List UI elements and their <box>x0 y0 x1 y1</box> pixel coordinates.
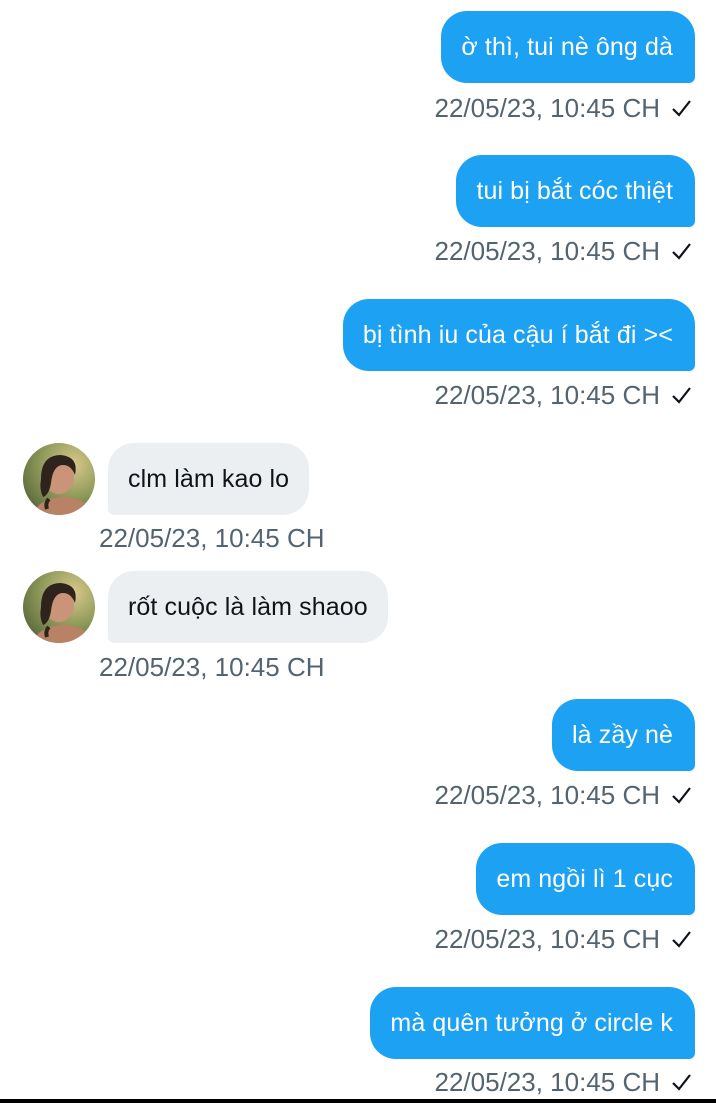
sent-message-bubble[interactable]: tui bị bắt cóc thiệt <box>456 155 695 227</box>
sent-message-bubble[interactable]: em ngồi lì 1 cục <box>476 843 695 915</box>
avatar-photo-icon[interactable] <box>23 443 95 515</box>
sent-message-bubble[interactable]: ờ thì, tui nè ông dà <box>441 11 695 83</box>
check-icon <box>670 784 692 806</box>
timestamp: 22/05/23, 10:45 CH <box>434 923 661 954</box>
sent-message-bubble[interactable]: mà quên tưởng ở circle k <box>370 987 695 1059</box>
message-text: là zầy nè <box>572 720 673 749</box>
timestamp: 22/05/23, 10:45 CH <box>99 522 325 553</box>
timestamp: 22/05/23, 10:45 CH <box>99 651 325 682</box>
check-icon <box>670 97 692 119</box>
sent-message-bubble[interactable]: bị tình iu của cậu í bắt đi >< <box>342 299 695 371</box>
check-icon <box>670 1071 692 1093</box>
check-icon <box>670 384 692 406</box>
message-meta: 22/05/23, 10:45 CH <box>435 1065 693 1099</box>
timestamp: 22/05/23, 10:45 CH <box>434 92 661 123</box>
received-message-bubble[interactable]: rốt cuộc là làm shaoo <box>108 571 388 643</box>
message-text: ờ thì, tui nè ông dà <box>461 32 673 61</box>
message-text: rốt cuộc là làm shaoo <box>128 592 368 621</box>
message-meta: 22/05/23, 10:45 CH <box>99 650 325 684</box>
timestamp: 22/05/23, 10:45 CH <box>434 235 661 266</box>
message-meta: 22/05/23, 10:45 CH <box>435 778 693 812</box>
timestamp: 22/05/23, 10:45 CH <box>434 779 661 810</box>
message-text: em ngồi lì 1 cục <box>496 864 673 893</box>
message-meta: 22/05/23, 10:45 CH <box>435 922 693 956</box>
message-meta: 22/05/23, 10:45 CH <box>99 521 325 555</box>
message-meta: 22/05/23, 10:45 CH <box>435 234 693 268</box>
message-meta: 22/05/23, 10:45 CH <box>435 378 693 412</box>
conversation: ờ thì, tui nè ông dà 22/05/23, 10:45 CH … <box>0 0 716 1104</box>
message-text: tui bị bắt cóc thiệt <box>476 176 673 205</box>
message-text: mà quên tưởng ở circle k <box>390 1008 673 1037</box>
check-icon <box>670 928 692 950</box>
bottom-divider <box>0 1099 716 1103</box>
received-message-bubble[interactable]: clm làm kao lo <box>108 443 310 515</box>
message-meta: 22/05/23, 10:45 CH <box>435 91 693 125</box>
timestamp: 22/05/23, 10:45 CH <box>434 1066 661 1097</box>
sent-message-bubble[interactable]: là zầy nè <box>552 699 695 771</box>
timestamp: 22/05/23, 10:45 CH <box>434 379 661 410</box>
message-text: bị tình iu của cậu í bắt đi >< <box>362 320 673 349</box>
avatar-photo-icon[interactable] <box>23 571 95 643</box>
message-text: clm làm kao lo <box>128 464 290 493</box>
check-icon <box>670 240 692 262</box>
